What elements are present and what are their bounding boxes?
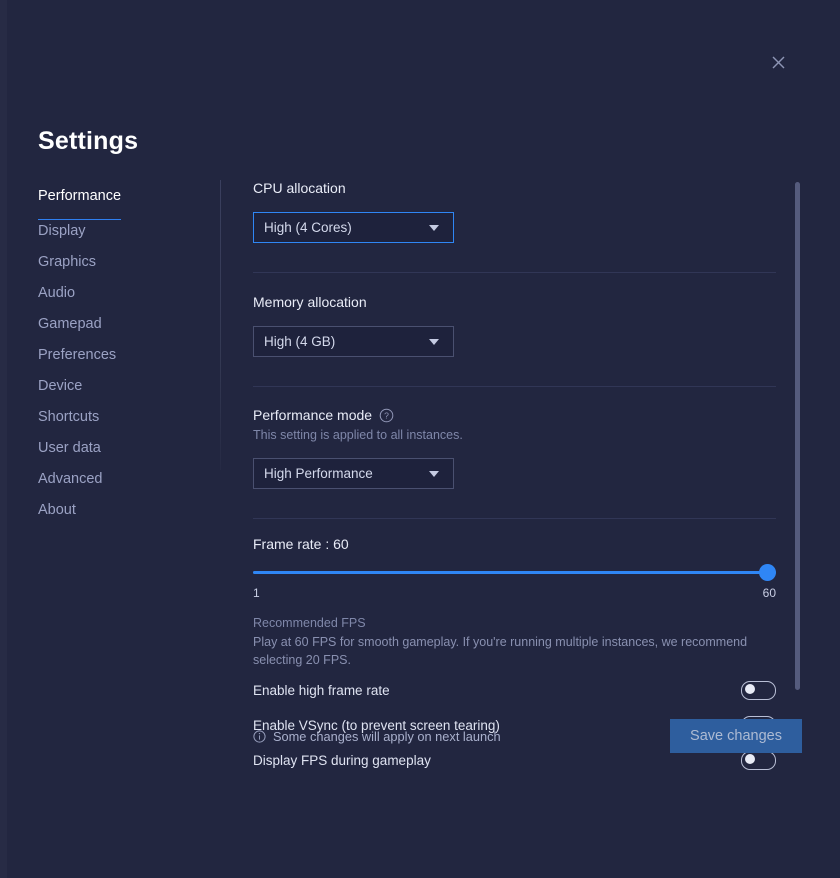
sidebar-item-preferences[interactable]: Preferences	[38, 344, 116, 375]
chevron-down-icon	[429, 224, 439, 231]
sidebar-item-advanced[interactable]: Advanced	[38, 468, 103, 499]
toggle-display-fps[interactable]	[741, 750, 776, 770]
slider-scale: 1 60	[253, 586, 776, 602]
performance-mode-value: High Performance	[264, 466, 373, 481]
toggle-label: Display FPS during gameplay	[253, 752, 431, 768]
window-left-edge	[0, 0, 7, 878]
frame-rate-label: Frame rate : 60	[253, 536, 349, 552]
chevron-down-icon	[429, 338, 439, 345]
performance-mode-section: Performance mode ? This setting is appli…	[253, 407, 776, 489]
page-title: Settings	[38, 127, 139, 155]
cpu-allocation-label: CPU allocation	[253, 180, 346, 196]
memory-allocation-label: Memory allocation	[253, 294, 367, 310]
sidebar-item-graphics[interactable]: Graphics	[38, 251, 96, 282]
toggle-label: Enable high frame rate	[253, 682, 390, 698]
section-divider-2	[253, 386, 776, 387]
slider-fill	[253, 571, 776, 574]
frame-rate-section: Frame rate : 60 1 60 Recommended FPS Pla…	[253, 536, 776, 669]
recommended-fps-title: Recommended FPS	[253, 616, 366, 630]
cpu-allocation-section: CPU allocation High (4 Cores)	[253, 180, 776, 243]
toggle-high-frame-rate[interactable]	[741, 680, 776, 700]
sidebar-item-user-data[interactable]: User data	[38, 437, 101, 468]
toggle-knob	[744, 754, 755, 764]
footer-note-text: Some changes will apply on next launch	[273, 728, 501, 744]
slider-thumb[interactable]	[759, 564, 776, 581]
sidebar-divider	[220, 180, 221, 470]
settings-window: Settings Performance Display Graphics Au…	[0, 0, 840, 878]
chevron-down-icon	[429, 470, 439, 477]
recommended-fps-body: Play at 60 FPS for smooth gameplay. If y…	[253, 635, 748, 667]
svg-text:?: ?	[384, 410, 389, 420]
memory-allocation-select[interactable]: High (4 GB)	[253, 326, 454, 357]
content-scrollbar-thumb[interactable]	[795, 182, 800, 690]
slider-max-label: 60	[762, 586, 776, 600]
sidebar-item-audio[interactable]: Audio	[38, 282, 75, 313]
settings-content: CPU allocation High (4 Cores) Memory all…	[253, 180, 776, 774]
toggle-row-high-frame-rate: Enable high frame rate	[253, 676, 776, 704]
sidebar-item-about[interactable]: About	[38, 499, 76, 530]
footer-note: Some changes will apply on next launch	[253, 729, 501, 744]
slider-min-label: 1	[253, 586, 260, 600]
help-circle-icon[interactable]: ?	[379, 408, 394, 423]
sidebar: Performance Display Graphics Audio Gamep…	[38, 186, 203, 530]
memory-allocation-section: Memory allocation High (4 GB)	[253, 294, 776, 357]
save-changes-button[interactable]: Save changes	[670, 719, 802, 753]
sidebar-item-performance[interactable]: Performance	[38, 186, 122, 220]
sidebar-item-shortcuts[interactable]: Shortcuts	[38, 406, 99, 437]
info-circle-icon	[253, 729, 266, 743]
frame-rate-slider[interactable]	[253, 564, 776, 582]
cpu-allocation-select[interactable]: High (4 Cores)	[253, 212, 454, 243]
toggle-knob	[744, 684, 755, 694]
cpu-allocation-value: High (4 Cores)	[264, 220, 352, 235]
sidebar-item-device[interactable]: Device	[38, 375, 82, 406]
close-icon	[772, 56, 784, 68]
close-button[interactable]	[762, 46, 794, 78]
performance-mode-sublabel: This setting is applied to all instances…	[253, 428, 463, 442]
sidebar-item-gamepad[interactable]: Gamepad	[38, 313, 102, 344]
section-divider-3	[253, 518, 776, 519]
section-divider-1	[253, 272, 776, 273]
performance-mode-label: Performance mode	[253, 407, 373, 423]
performance-mode-header: Performance mode ?	[253, 407, 776, 423]
settings-footer: Some changes will apply on next launch S…	[253, 719, 802, 753]
memory-allocation-value: High (4 GB)	[264, 334, 336, 349]
sidebar-item-display[interactable]: Display	[38, 220, 86, 251]
performance-mode-select[interactable]: High Performance	[253, 458, 454, 489]
